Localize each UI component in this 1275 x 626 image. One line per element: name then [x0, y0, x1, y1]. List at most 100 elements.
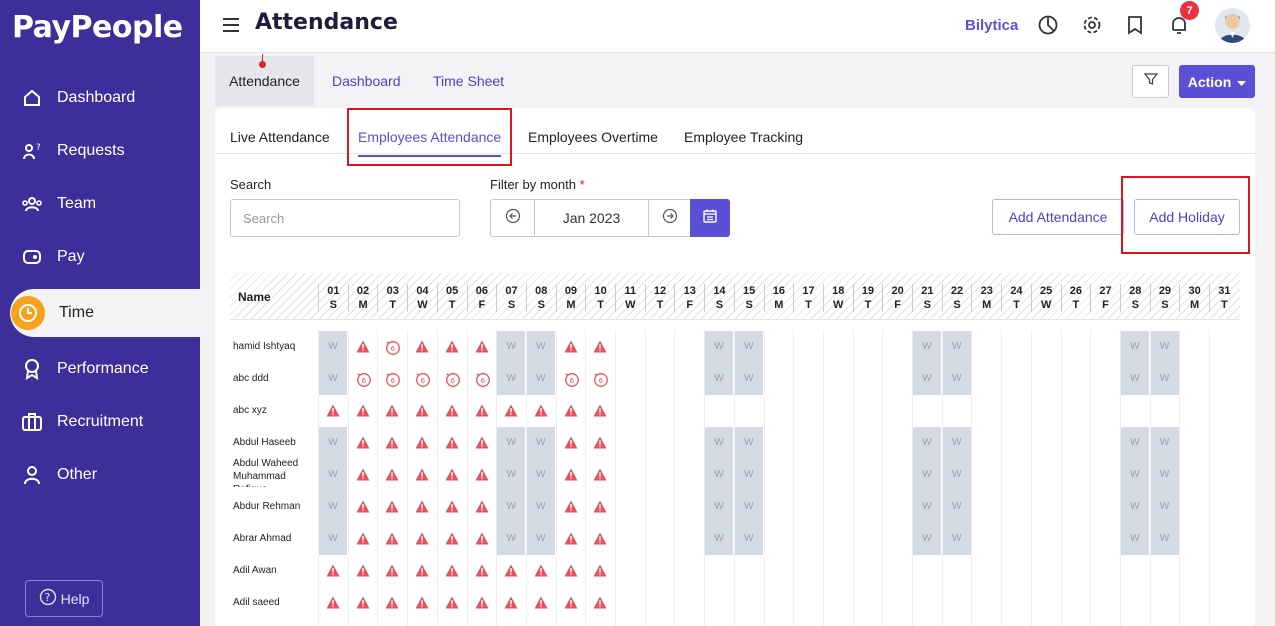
absent-warning-icon[interactable]	[415, 596, 429, 610]
absent-warning-icon[interactable]	[415, 564, 429, 578]
late-clock-icon[interactable]: 6	[564, 372, 579, 387]
absent-warning-icon[interactable]	[356, 532, 370, 546]
absent-warning-icon[interactable]	[415, 436, 429, 450]
absent-warning-icon[interactable]	[593, 404, 607, 418]
absent-warning-icon[interactable]	[445, 404, 459, 418]
pie-chart-icon[interactable]	[1036, 13, 1060, 37]
absent-warning-icon[interactable]	[593, 564, 607, 578]
absent-warning-icon[interactable]	[564, 468, 578, 482]
tab-attendance[interactable]: Attendance	[215, 54, 314, 106]
company-name[interactable]: Bilytica	[965, 17, 1018, 34]
absent-warning-icon[interactable]	[475, 500, 489, 514]
late-clock-icon[interactable]: 6	[415, 372, 431, 387]
absent-warning-icon[interactable]	[385, 596, 399, 610]
late-clock-icon[interactable]: 6	[356, 372, 371, 387]
absent-warning-icon[interactable]	[593, 468, 607, 482]
employee-name[interactable]: Abdul Haseeb	[233, 437, 318, 448]
search-input[interactable]: Search	[230, 199, 460, 237]
sidebar-item-recruitment[interactable]: Recruitment	[0, 395, 200, 448]
absent-warning-icon[interactable]	[534, 404, 548, 418]
sidebar-item-requests[interactable]: ? Requests	[0, 124, 200, 177]
absent-warning-icon[interactable]	[326, 404, 340, 418]
late-clock-icon[interactable]: 6	[593, 372, 609, 387]
absent-warning-icon[interactable]	[385, 532, 399, 546]
absent-warning-icon[interactable]	[564, 404, 578, 418]
sidebar-item-other[interactable]: Other	[0, 448, 200, 501]
absent-warning-icon[interactable]	[326, 564, 340, 578]
action-button[interactable]: Action	[1179, 65, 1255, 98]
absent-warning-icon[interactable]	[356, 436, 370, 450]
absent-warning-icon[interactable]	[475, 404, 489, 418]
absent-warning-icon[interactable]	[564, 340, 578, 354]
absent-warning-icon[interactable]	[475, 564, 489, 578]
absent-warning-icon[interactable]	[593, 532, 607, 546]
calendar-button[interactable]	[690, 199, 730, 237]
absent-warning-icon[interactable]	[356, 340, 370, 354]
tab-employees-overtime[interactable]: Employees Overtime	[528, 120, 658, 154]
employee-name[interactable]: hamid Ishtyaq	[233, 341, 318, 352]
absent-warning-icon[interactable]	[415, 500, 429, 514]
absent-warning-icon[interactable]	[356, 500, 370, 514]
employee-name[interactable]: Abdur Rehman	[233, 501, 318, 512]
tab-employee-tracking[interactable]: Employee Tracking	[684, 120, 803, 154]
absent-warning-icon[interactable]	[415, 532, 429, 546]
absent-warning-icon[interactable]	[534, 564, 548, 578]
late-clock-icon[interactable]: 6	[385, 372, 401, 387]
absent-warning-icon[interactable]	[356, 596, 370, 610]
absent-warning-icon[interactable]	[445, 532, 459, 546]
next-month-button[interactable]	[649, 200, 690, 236]
absent-warning-icon[interactable]	[356, 468, 370, 482]
absent-warning-icon[interactable]	[415, 404, 429, 418]
prev-month-button[interactable]	[491, 200, 534, 236]
avatar[interactable]	[1215, 8, 1250, 43]
filter-button[interactable]	[1132, 65, 1169, 98]
absent-warning-icon[interactable]	[326, 596, 340, 610]
employee-name[interactable]: Abrar Ahmad	[233, 533, 318, 544]
absent-warning-icon[interactable]	[445, 596, 459, 610]
employee-name[interactable]: abc ddd	[233, 373, 318, 384]
help-button[interactable]: ? Help	[25, 580, 103, 617]
absent-warning-icon[interactable]	[593, 436, 607, 450]
absent-warning-icon[interactable]	[356, 404, 370, 418]
absent-warning-icon[interactable]	[385, 564, 399, 578]
bookmark-icon[interactable]	[1123, 13, 1147, 37]
add-attendance-button[interactable]: Add Attendance	[992, 199, 1124, 235]
absent-warning-icon[interactable]	[385, 404, 399, 418]
employee-name[interactable]: abc xyz	[233, 405, 318, 416]
employee-name[interactable]: Adil Awan	[233, 565, 318, 576]
sidebar-item-team[interactable]: Team	[0, 177, 200, 230]
absent-warning-icon[interactable]	[385, 500, 399, 514]
absent-warning-icon[interactable]	[534, 596, 548, 610]
absent-warning-icon[interactable]	[504, 404, 518, 418]
tab-time-sheet[interactable]: Time Sheet	[433, 56, 504, 106]
sidebar-item-time[interactable]: Time	[10, 289, 200, 337]
gear-icon[interactable]	[1080, 13, 1104, 37]
absent-warning-icon[interactable]	[445, 340, 459, 354]
absent-warning-icon[interactable]	[593, 596, 607, 610]
menu-icon[interactable]	[223, 18, 239, 36]
absent-warning-icon[interactable]	[475, 436, 489, 450]
employee-name[interactable]: Adil saeed	[233, 597, 318, 608]
absent-warning-icon[interactable]	[564, 532, 578, 546]
absent-warning-icon[interactable]	[445, 564, 459, 578]
absent-warning-icon[interactable]	[475, 596, 489, 610]
absent-warning-icon[interactable]	[504, 564, 518, 578]
absent-warning-icon[interactable]	[593, 340, 607, 354]
tab-dashboard[interactable]: Dashboard	[332, 56, 401, 106]
absent-warning-icon[interactable]	[564, 596, 578, 610]
month-value[interactable]: Jan 2023	[534, 200, 649, 236]
tab-live-attendance[interactable]: Live Attendance	[230, 120, 330, 154]
absent-warning-icon[interactable]	[385, 468, 399, 482]
absent-warning-icon[interactable]	[415, 340, 429, 354]
absent-warning-icon[interactable]	[475, 532, 489, 546]
late-clock-icon[interactable]: 6	[385, 340, 401, 355]
absent-warning-icon[interactable]	[504, 596, 518, 610]
employee-name[interactable]: Abdul Waheed Muhammad Rafique	[233, 457, 303, 487]
absent-warning-icon[interactable]	[564, 564, 578, 578]
sidebar-item-pay[interactable]: Pay	[0, 230, 200, 283]
absent-warning-icon[interactable]	[593, 500, 607, 514]
absent-warning-icon[interactable]	[415, 468, 429, 482]
absent-warning-icon[interactable]	[564, 436, 578, 450]
absent-warning-icon[interactable]	[445, 436, 459, 450]
absent-warning-icon[interactable]	[445, 500, 459, 514]
